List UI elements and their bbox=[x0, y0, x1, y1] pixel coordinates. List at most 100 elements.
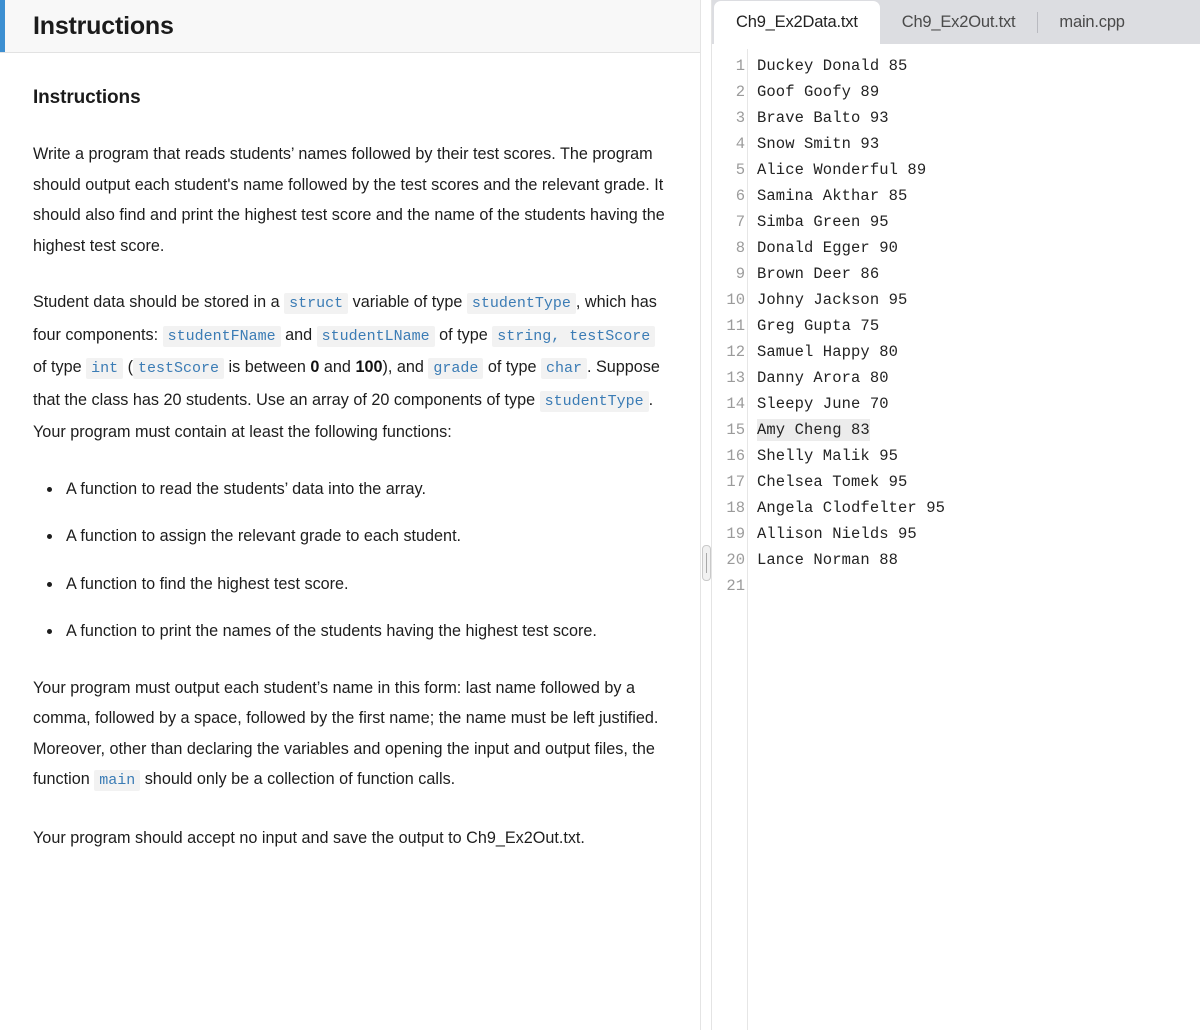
code-line-text: Brown Deer 86 bbox=[757, 265, 880, 283]
line-number: 1 bbox=[735, 57, 745, 75]
line-number: 2 bbox=[735, 83, 745, 101]
p2-text-4: and bbox=[280, 325, 317, 344]
code-struct: struct bbox=[284, 293, 349, 314]
code-line: Samina Akthar 85 bbox=[757, 183, 1200, 209]
code-line: Alice Wonderful 89 bbox=[757, 157, 1200, 183]
code-char: char bbox=[540, 358, 587, 379]
code-line: Samuel Happy 80 bbox=[757, 339, 1200, 365]
code-editor[interactable]: 1 2 3 4 5 6 7 8 9 10 11 12 13 14 15 16 1… bbox=[712, 44, 1200, 1030]
accent-bar bbox=[0, 0, 5, 52]
p2-text-11: of type bbox=[483, 358, 541, 376]
code-line: Donald Egger 90 bbox=[757, 235, 1200, 261]
function-requirements-list: A function to read the students’ data in… bbox=[33, 474, 668, 647]
code-line: Chelsea Tomek 95 bbox=[757, 469, 1200, 495]
line-number: 3 bbox=[735, 109, 745, 127]
code-line-text: Greg Gupta 75 bbox=[757, 317, 880, 335]
list-item: A function to read the students’ data in… bbox=[33, 474, 668, 505]
splitter-drag-handle[interactable] bbox=[702, 545, 711, 581]
code-testscore: testScore bbox=[133, 358, 225, 379]
editor-tab-bar: Ch9_Ex2Data.txt Ch9_Ex2Out.txt main.cpp bbox=[712, 0, 1200, 44]
line-number: 11 bbox=[726, 317, 745, 335]
line-number: 13 bbox=[726, 369, 745, 387]
code-line: Simba Green 95 bbox=[757, 209, 1200, 235]
code-grade: grade bbox=[428, 358, 484, 379]
code-line: Danny Arora 80 bbox=[757, 365, 1200, 391]
editor-pane: Ch9_Ex2Data.txt Ch9_Ex2Out.txt main.cpp … bbox=[712, 0, 1200, 1030]
line-number: 6 bbox=[735, 187, 745, 205]
code-line-text: Lance Norman 88 bbox=[757, 551, 899, 569]
code-line-text: Goof Goofy 89 bbox=[757, 83, 880, 101]
line-number: 10 bbox=[726, 291, 745, 309]
code-studentfname: studentFName bbox=[162, 325, 281, 347]
line-number: 20 bbox=[726, 551, 745, 569]
code-line-text: Amy Cheng 83 bbox=[757, 419, 870, 441]
line-number: 17 bbox=[726, 473, 745, 491]
code-studenttype-2: studentType bbox=[539, 390, 649, 412]
p2-text-8: is between bbox=[224, 358, 311, 376]
code-line-text: Danny Arora 80 bbox=[757, 369, 889, 387]
code-line: Shelly Malik 95 bbox=[757, 443, 1200, 469]
code-string-testscore: string, testScore bbox=[492, 325, 656, 347]
p2-text-6: of type bbox=[33, 358, 87, 376]
code-line-text: Duckey Donald 85 bbox=[757, 57, 908, 75]
p2-text-7: ( bbox=[123, 358, 133, 376]
code-line-selected: Amy Cheng 83 bbox=[757, 417, 1200, 443]
code-line: Allison Nields 95 bbox=[757, 521, 1200, 547]
line-number: 15 bbox=[726, 421, 745, 439]
code-line: Johny Jackson 95 bbox=[757, 287, 1200, 313]
instructions-paragraph-2: Student data should be stored in a struc… bbox=[33, 287, 668, 448]
p2-text-1: Student data should be stored in a bbox=[33, 293, 285, 311]
code-line-text: Johny Jackson 95 bbox=[757, 291, 908, 309]
code-line: Duckey Donald 85 bbox=[757, 53, 1200, 79]
code-line-text: Shelly Malik 95 bbox=[757, 447, 899, 465]
tab-ch9-ex2data-txt[interactable]: Ch9_Ex2Data.txt bbox=[714, 1, 880, 44]
line-number: 18 bbox=[726, 499, 745, 517]
line-number: 16 bbox=[726, 447, 745, 465]
code-line-text: Donald Egger 90 bbox=[757, 239, 899, 257]
instructions-paragraph-3: Your program must output each student’s … bbox=[33, 673, 668, 797]
code-line-text: Chelsea Tomek 95 bbox=[757, 473, 908, 491]
line-number: 7 bbox=[735, 213, 745, 231]
code-line: Greg Gupta 75 bbox=[757, 313, 1200, 339]
app-root: Instructions Instructions Write a progra… bbox=[0, 0, 1200, 1030]
line-number: 12 bbox=[726, 343, 745, 361]
code-text-area[interactable]: Duckey Donald 85 Goof Goofy 89 Brave Bal… bbox=[748, 49, 1200, 1030]
line-number: 14 bbox=[726, 395, 745, 413]
code-line: Goof Goofy 89 bbox=[757, 79, 1200, 105]
line-number-gutter: 1 2 3 4 5 6 7 8 9 10 11 12 13 14 15 16 1… bbox=[712, 49, 748, 1030]
code-line-text: Alice Wonderful 89 bbox=[757, 161, 927, 179]
p2-text-5: of type bbox=[434, 325, 493, 344]
line-number: 19 bbox=[726, 525, 745, 543]
line-number: 21 bbox=[726, 577, 745, 595]
code-line: Brown Deer 86 bbox=[757, 261, 1200, 287]
line-number: 5 bbox=[735, 161, 745, 179]
tab-ch9-ex2out-txt[interactable]: Ch9_Ex2Out.txt bbox=[880, 1, 1038, 44]
code-studenttype-1: studentType bbox=[466, 293, 576, 314]
page-title: Instructions bbox=[33, 11, 174, 40]
section-heading: Instructions bbox=[33, 87, 141, 108]
code-line-text: Samina Akthar 85 bbox=[757, 187, 908, 205]
code-line-text: Allison Nields 95 bbox=[757, 525, 917, 543]
p2-text-2: variable of type bbox=[348, 293, 467, 311]
tab-main-cpp[interactable]: main.cpp bbox=[1037, 1, 1146, 44]
list-item: A function to assign the relevant grade … bbox=[33, 521, 668, 552]
p2-text-10: ), and bbox=[382, 358, 429, 376]
bold-hundred: 100 bbox=[355, 358, 383, 376]
code-int: int bbox=[86, 358, 124, 379]
grip-line-icon bbox=[706, 553, 707, 573]
line-number: 4 bbox=[735, 135, 745, 153]
code-line: Lance Norman 88 bbox=[757, 547, 1200, 573]
code-line-text: Samuel Happy 80 bbox=[757, 343, 899, 361]
code-line: Angela Clodfelter 95 bbox=[757, 495, 1200, 521]
pane-splitter[interactable] bbox=[700, 0, 712, 1030]
instructions-paragraph-4: Your program should accept no input and … bbox=[33, 828, 585, 847]
line-number: 8 bbox=[735, 239, 745, 257]
code-line-text: Brave Balto 93 bbox=[757, 109, 889, 127]
code-line: Sleepy June 70 bbox=[757, 391, 1200, 417]
list-item: A function to print the names of the stu… bbox=[33, 616, 668, 647]
code-line-text: Sleepy June 70 bbox=[757, 395, 889, 413]
list-item: A function to find the highest test scor… bbox=[33, 569, 668, 600]
instructions-body: Instructions Write a program that reads … bbox=[0, 53, 700, 1030]
code-line-text: Angela Clodfelter 95 bbox=[757, 499, 946, 517]
